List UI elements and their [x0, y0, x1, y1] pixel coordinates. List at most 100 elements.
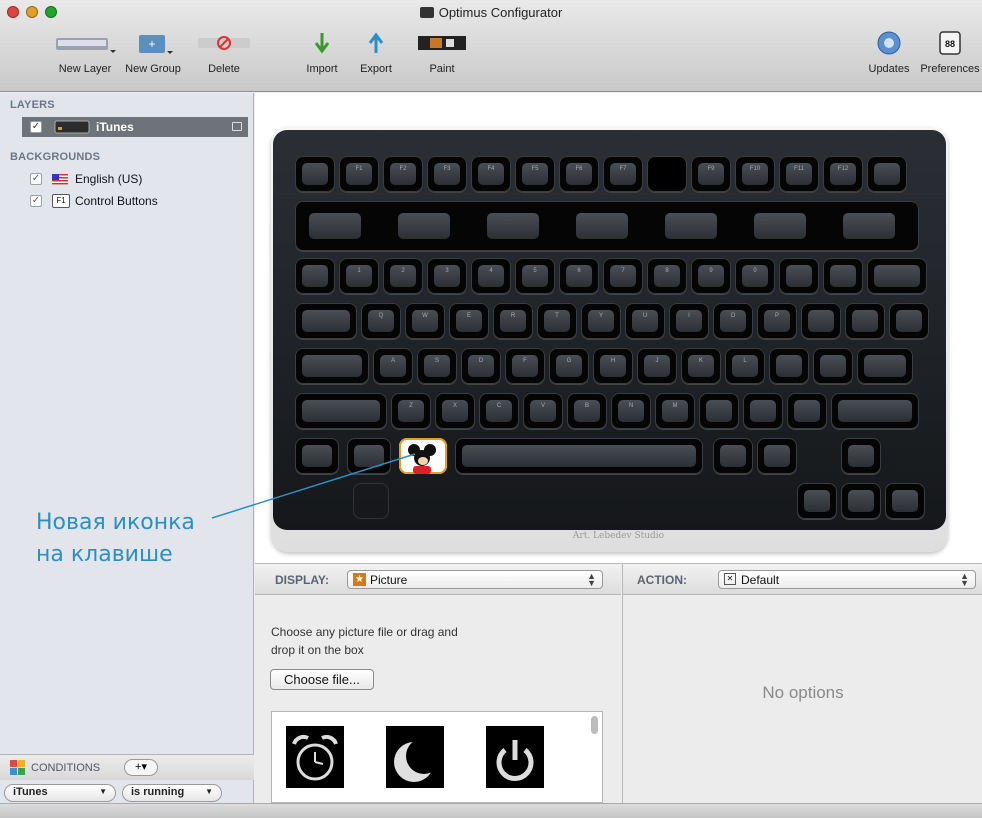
condition-app-popup[interactable]: iTunes ▼ — [4, 784, 116, 802]
media-key[interactable] — [576, 213, 628, 239]
new-layer-button[interactable]: New Layer — [52, 28, 118, 86]
key-z[interactable]: Z — [391, 393, 431, 429]
key-caps[interactable] — [295, 348, 369, 384]
key-eject[interactable] — [867, 156, 907, 192]
media-key[interactable] — [487, 213, 539, 239]
key-b[interactable]: B — [567, 393, 607, 429]
key-h[interactable]: H — [593, 348, 633, 384]
key-tab[interactable] — [295, 303, 357, 339]
key-7[interactable]: 7 — [603, 258, 643, 294]
key-s[interactable]: S — [417, 348, 457, 384]
key-period[interactable] — [743, 393, 783, 429]
key-0[interactable]: 0 — [735, 258, 775, 294]
key-f1[interactable]: F1 — [339, 156, 379, 192]
key-y[interactable]: Y — [581, 303, 621, 339]
preferences-button[interactable]: 88 Preferences — [918, 28, 982, 86]
key-return[interactable] — [857, 348, 913, 384]
key-alt-right[interactable] — [757, 438, 797, 474]
key-a[interactable]: A — [373, 348, 413, 384]
key-f5[interactable]: F5 — [515, 156, 555, 192]
key-c[interactable]: C — [479, 393, 519, 429]
background-checkbox[interactable]: ✓ — [30, 195, 42, 207]
key-d[interactable]: D — [461, 348, 501, 384]
key-4[interactable]: 4 — [471, 258, 511, 294]
key-left[interactable] — [797, 483, 837, 519]
key-f[interactable]: F — [505, 348, 545, 384]
key-o[interactable]: O — [713, 303, 753, 339]
key-3[interactable]: 3 — [427, 258, 467, 294]
media-key[interactable] — [309, 213, 361, 239]
key-i[interactable]: I — [669, 303, 709, 339]
key-p[interactable]: P — [757, 303, 797, 339]
paint-button[interactable]: Paint — [412, 28, 472, 86]
key-lshift[interactable] — [295, 393, 387, 429]
key-f8-empty[interactable] — [647, 156, 687, 192]
key-right[interactable] — [885, 483, 925, 519]
key-rbracket[interactable] — [845, 303, 885, 339]
gallery-scrollbar[interactable] — [591, 716, 598, 734]
key-m[interactable]: M — [655, 393, 695, 429]
media-keys-strip[interactable] — [295, 201, 919, 251]
key-6[interactable]: 6 — [559, 258, 599, 294]
picture-gallery[interactable] — [271, 711, 603, 803]
key-f12[interactable]: F12 — [823, 156, 863, 192]
key-f6[interactable]: F6 — [559, 156, 599, 192]
key-r[interactable]: R — [493, 303, 533, 339]
key-down[interactable] — [841, 483, 881, 519]
key-f11[interactable]: F11 — [779, 156, 819, 192]
key-t[interactable]: T — [537, 303, 577, 339]
key-quote[interactable] — [813, 348, 853, 384]
key-slash[interactable] — [787, 393, 827, 429]
key-equals[interactable] — [823, 258, 863, 294]
key-9[interactable]: 9 — [691, 258, 731, 294]
choose-file-button[interactable]: Choose file... — [270, 669, 374, 690]
export-button[interactable]: Export — [352, 28, 400, 86]
key-lbracket[interactable] — [801, 303, 841, 339]
key-j[interactable]: J — [637, 348, 677, 384]
delete-button[interactable]: Delete — [192, 28, 256, 86]
key-esc[interactable] — [295, 156, 335, 192]
key-rshift[interactable] — [831, 393, 919, 429]
key-f9[interactable]: F9 — [691, 156, 731, 192]
display-type-select[interactable]: ★ Picture ▲ ▼ — [347, 570, 603, 589]
key-n[interactable]: N — [611, 393, 651, 429]
new-group-button[interactable]: + New Group — [120, 28, 186, 86]
key-u[interactable]: U — [625, 303, 665, 339]
key-1[interactable]: 1 — [339, 258, 379, 294]
media-key[interactable] — [843, 213, 895, 239]
key-2[interactable]: 2 — [383, 258, 423, 294]
updates-button[interactable]: Updates — [864, 28, 914, 86]
key-w[interactable]: W — [405, 303, 445, 339]
key-l[interactable]: L — [725, 348, 765, 384]
alarm-clock-icon[interactable] — [286, 726, 344, 788]
key-5[interactable]: 5 — [515, 258, 555, 294]
key-up[interactable] — [841, 438, 881, 474]
key-minus[interactable] — [779, 258, 819, 294]
key-f3[interactable]: F3 — [427, 156, 467, 192]
key-f2[interactable]: F2 — [383, 156, 423, 192]
key-8[interactable]: 8 — [647, 258, 687, 294]
key-cmd-right[interactable] — [713, 438, 753, 474]
media-key[interactable] — [665, 213, 717, 239]
condition-state-popup[interactable]: is running ▼ — [122, 784, 222, 802]
moon-icon[interactable] — [386, 726, 444, 788]
layer-checkbox[interactable]: ✓ — [30, 121, 42, 133]
layer-options-icon[interactable] — [232, 122, 242, 131]
key-backspace[interactable] — [867, 258, 927, 294]
key-semicolon[interactable] — [769, 348, 809, 384]
add-condition-button[interactable]: +▾ — [124, 759, 158, 776]
import-button[interactable]: Import — [298, 28, 346, 86]
key-q[interactable]: Q — [361, 303, 401, 339]
key-backslash[interactable] — [889, 303, 929, 339]
action-type-select[interactable]: ✕ Default ▲ ▼ — [718, 570, 976, 589]
key-f7[interactable]: F7 — [603, 156, 643, 192]
key-v[interactable]: V — [523, 393, 563, 429]
key-f4[interactable]: F4 — [471, 156, 511, 192]
media-key[interactable] — [754, 213, 806, 239]
key-space[interactable] — [455, 438, 703, 474]
key-f10[interactable]: F10 — [735, 156, 775, 192]
power-icon[interactable] — [486, 726, 544, 788]
media-key[interactable] — [398, 213, 450, 239]
key-g[interactable]: G — [549, 348, 589, 384]
key-k[interactable]: K — [681, 348, 721, 384]
